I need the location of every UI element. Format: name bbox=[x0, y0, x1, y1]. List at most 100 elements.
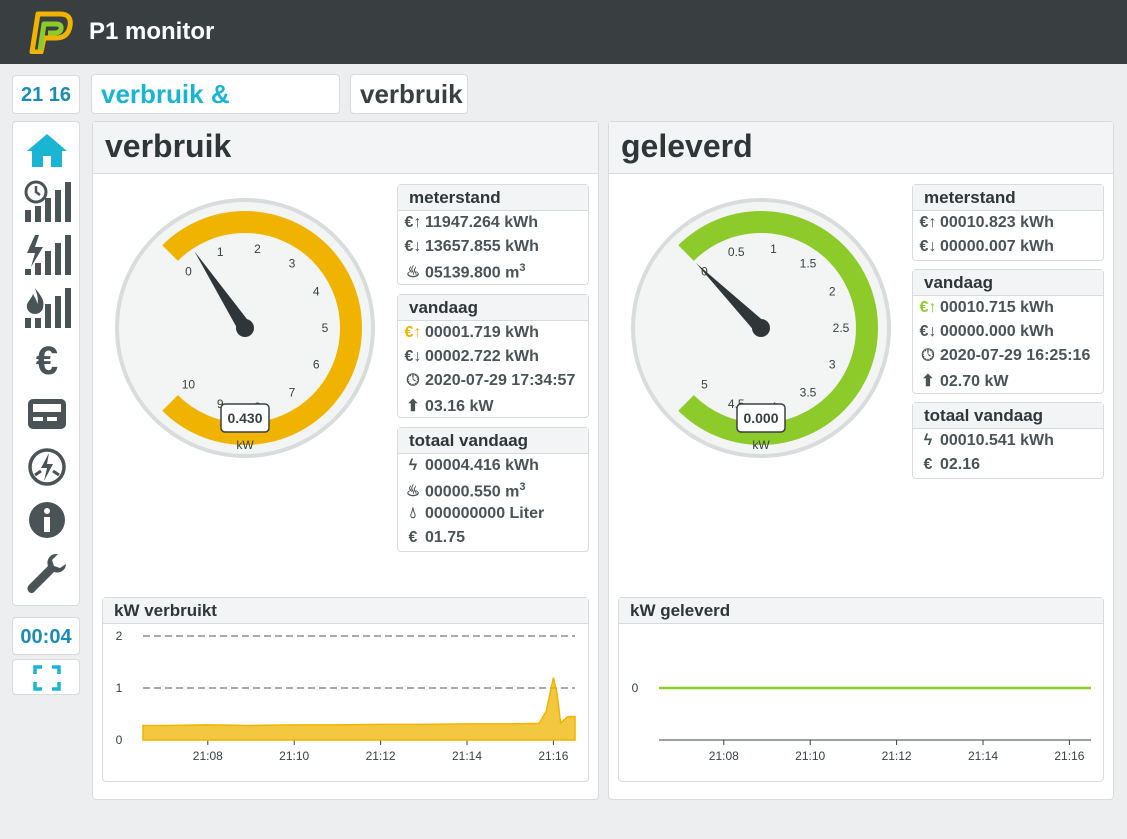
fullscreen-icon bbox=[33, 665, 61, 691]
euro-up-icon: €↑ bbox=[404, 214, 422, 231]
vandaag-card: vandaag €↑ 00010.715 kWh €↓ 00000.000 kWh … bbox=[912, 269, 1104, 394]
flame-icon: ♨ bbox=[405, 483, 421, 501]
chart-title: kW geleverd bbox=[619, 598, 1103, 624]
card-title: meterstand bbox=[913, 185, 1103, 211]
series-area bbox=[142, 677, 576, 741]
arrow-up-circle-icon: ⬆ bbox=[921, 373, 935, 390]
meterstand-card: meterstand €↑ 00010.823 kWh €↓ 00000.007 k… bbox=[912, 184, 1104, 261]
y-tick-label: 0 bbox=[116, 733, 123, 747]
today-peak-power: 03.16 kW bbox=[425, 398, 494, 415]
wrench-icon bbox=[27, 554, 66, 594]
gauge-tick-label: 0 bbox=[185, 264, 192, 278]
fullscreen-button[interactable] bbox=[12, 659, 80, 695]
clock-icon: 🕓︎ bbox=[406, 372, 420, 389]
card-title: totaal vandaag bbox=[398, 428, 588, 454]
arrow-up-circle-icon: ⬆ bbox=[406, 398, 420, 415]
gauge-tick-label: 0.5 bbox=[728, 245, 745, 259]
geleverd-chart-card: kW geleverd 0 21:08 21:10 21:12 21:14 21:16 bbox=[618, 597, 1104, 782]
card-title: meterstand bbox=[398, 185, 588, 211]
y-tick-label: 0 bbox=[632, 681, 639, 695]
total-gas: 00000.550 m bbox=[425, 483, 520, 501]
panel-title: geleverd bbox=[609, 122, 1113, 174]
totaal-vandaag-card: totaal vandaag ϟ 00004.416 kWh ♨ 00000.550… bbox=[397, 427, 589, 552]
water-drop-icon: 💧︎ bbox=[409, 505, 417, 522]
nav-home[interactable] bbox=[19, 126, 75, 174]
card-title: totaal vandaag bbox=[913, 403, 1103, 429]
gauge-hub bbox=[236, 319, 254, 337]
gauge-value: 0.000 bbox=[743, 410, 778, 426]
verbruik-chart-card: kW verbruikt 0 1 2 21:08 21:10 21:12 21:14 21:1… bbox=[102, 597, 589, 782]
y-tick-label: 2 bbox=[116, 629, 123, 643]
x-tick-label: 21:10 bbox=[279, 749, 309, 763]
euro-up-icon: €↑ bbox=[919, 299, 937, 316]
gauge-tick-label: 3 bbox=[289, 256, 296, 270]
gauge-tick-label: 2 bbox=[254, 242, 261, 256]
meterstand-card: meterstand €↑ 11947.264 kWh €↓ 13657.855 k… bbox=[397, 184, 589, 285]
meter-tariff-low: 13657.855 kWh bbox=[425, 238, 539, 255]
today-peak-power: 02.70 kW bbox=[940, 373, 1009, 390]
tab-verbruik[interactable]: verbruik bbox=[350, 74, 468, 114]
gauge-unit: kW bbox=[236, 438, 254, 452]
meter-tariff-high: 11947.264 kWh bbox=[425, 214, 538, 231]
clock-icon: 🕓︎ bbox=[921, 347, 935, 364]
nav-history[interactable] bbox=[19, 178, 75, 226]
verbruik-panel: verbruik 0123456789100.430kW meterstand … bbox=[92, 121, 599, 800]
nav-phases[interactable] bbox=[19, 443, 75, 491]
gauge-tick-label: 4 bbox=[313, 285, 320, 299]
gauge-tick-label: 6 bbox=[313, 357, 320, 371]
gauge-value: 0.430 bbox=[227, 410, 262, 426]
meter-tariff-low: 00000.007 kWh bbox=[940, 238, 1054, 255]
nav-power-history[interactable] bbox=[19, 231, 75, 279]
tab-verbruik-levering[interactable]: verbruik & levering bbox=[91, 74, 340, 147]
card-title: vandaag bbox=[913, 270, 1103, 296]
today-tariff-low: 00002.722 kWh bbox=[425, 348, 539, 365]
refresh-timer: 00:04 bbox=[12, 617, 80, 655]
verbruik-chart: 0 1 2 21:08 21:10 21:12 21:14 21:16 bbox=[116, 629, 576, 763]
total-power: 00010.541 kWh bbox=[940, 432, 1054, 449]
gauge-tick-label: 2.5 bbox=[833, 321, 850, 335]
unit-superscript: 3 bbox=[519, 262, 526, 274]
unit-superscript: 3 bbox=[519, 481, 526, 493]
bolt-icon: ϟ bbox=[408, 457, 418, 474]
total-costs: 01.75 bbox=[425, 529, 466, 546]
euro-up-icon: €↑ bbox=[404, 324, 422, 341]
gauge-tick-label: 5 bbox=[322, 321, 329, 335]
card-title: vandaag bbox=[398, 295, 588, 321]
flame-icon: ♨ bbox=[405, 264, 421, 282]
home-icon bbox=[27, 134, 67, 167]
nav-settings[interactable] bbox=[19, 549, 75, 597]
today-peak-time: 2020-07-29 17:34:57 bbox=[425, 372, 576, 389]
x-tick-label: 21:12 bbox=[366, 749, 396, 763]
p1-logo-icon bbox=[29, 11, 73, 54]
top-bar: P1 monitor bbox=[0, 0, 1127, 64]
euro-down-icon: €↓ bbox=[404, 238, 422, 255]
euro-icon: € bbox=[408, 529, 418, 546]
x-tick-label: 21:08 bbox=[709, 749, 739, 763]
total-revenue: 02.16 bbox=[940, 456, 981, 473]
meter-gas: 05139.800 m bbox=[425, 264, 520, 282]
gauge-tick-label: 10 bbox=[182, 378, 196, 392]
geleverd-chart: 0 21:08 21:10 21:12 21:14 21:16 bbox=[632, 681, 1091, 763]
gas-history-icon bbox=[25, 288, 71, 328]
x-tick-label: 21:14 bbox=[452, 749, 482, 763]
x-tick-label: 21:12 bbox=[882, 749, 912, 763]
euro-icon: € bbox=[35, 338, 59, 383]
nav-costs[interactable]: € bbox=[19, 337, 75, 385]
nav-gas-history[interactable] bbox=[19, 284, 75, 332]
euro-up-icon: €↑ bbox=[919, 214, 937, 231]
today-tariff-low: 00000.000 kWh bbox=[940, 323, 1054, 340]
nav-meter[interactable] bbox=[19, 390, 75, 438]
today-tariff-high: 00001.719 kWh bbox=[425, 324, 539, 341]
meter-tariff-high: 00010.823 kWh bbox=[940, 214, 1054, 231]
x-tick-label: 21:10 bbox=[795, 749, 825, 763]
gauge-tick-label: 5 bbox=[701, 378, 708, 392]
app-title: P1 monitor bbox=[89, 18, 215, 45]
panel-title: verbruik bbox=[93, 122, 598, 174]
nav-info[interactable] bbox=[19, 496, 75, 544]
gauge-unit: kW bbox=[752, 438, 770, 452]
gauge-tick-label: 3.5 bbox=[800, 386, 817, 400]
euro-icon: € bbox=[923, 456, 933, 473]
power-history-icon bbox=[25, 235, 71, 275]
info-icon bbox=[29, 502, 65, 538]
gauge-tick-label: 1 bbox=[770, 242, 777, 256]
